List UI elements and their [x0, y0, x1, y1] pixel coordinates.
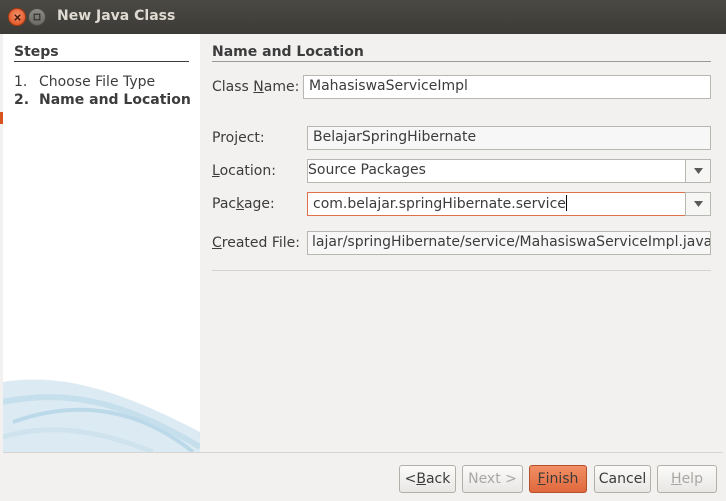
window-title: New Java Class: [57, 8, 176, 24]
step-label: Choose File Type: [39, 74, 156, 90]
button-bar-divider: [3, 452, 723, 453]
label-text: reated File:: [221, 235, 301, 251]
label-text: Class: [212, 79, 254, 95]
maximize-window-button[interactable]: [28, 8, 46, 26]
created-file-field[interactable]: lajar/springHibernate/service/MahasiswaS…: [307, 231, 711, 255]
step-choose-file-type: 1. Choose File Type: [14, 74, 155, 90]
package-value: com.belajar.springHibernate.service: [313, 196, 566, 212]
button-text: elp: [681, 471, 703, 487]
decorative-swoosh: [3, 379, 200, 452]
form-separator: [212, 270, 711, 271]
button-text: inish: [545, 471, 579, 487]
step-number: 2.: [14, 92, 30, 108]
chevron-down-icon: [693, 168, 703, 174]
back-button[interactable]: < Back: [399, 465, 456, 493]
label-text: ame:: [263, 79, 300, 95]
steps-heading: Steps: [14, 44, 59, 60]
location-label: Location:: [212, 163, 276, 179]
label-text: age:: [243, 196, 275, 212]
chevron-down-icon: [693, 201, 703, 207]
project-field[interactable]: BelajarSpringHibernate: [307, 126, 711, 150]
step-label: Name and Location: [39, 92, 191, 108]
label-text: Pac: [212, 196, 237, 212]
button-mnemonic: F: [537, 471, 546, 487]
button-mnemonic: B: [416, 471, 426, 487]
close-icon: [13, 13, 21, 21]
panel-divider: [212, 61, 711, 62]
maximize-icon: [33, 13, 41, 21]
label-mnemonic: C: [212, 235, 222, 251]
label-text: ocation:: [219, 163, 276, 179]
class-name-input[interactable]: MahasiswaServiceImpl: [303, 75, 711, 99]
panel-heading: Name and Location: [212, 44, 364, 60]
created-file-label: Created File:: [212, 235, 300, 251]
cancel-button[interactable]: Cancel: [594, 465, 651, 493]
finish-button[interactable]: Finish: [529, 465, 587, 493]
label-mnemonic: N: [253, 79, 264, 95]
label-mnemonic: L: [212, 163, 220, 179]
package-combo-input[interactable]: com.belajar.springHibernate.service: [307, 192, 686, 216]
step-number: 1.: [14, 74, 28, 90]
button-text: ack: [425, 471, 451, 487]
close-window-button[interactable]: [8, 8, 26, 26]
text-caret: [565, 195, 567, 211]
button-mnemonic: H: [671, 471, 682, 487]
step-name-and-location: 2. Name and Location: [14, 92, 191, 108]
location-dropdown-button[interactable]: [685, 159, 711, 183]
title-bar[interactable]: New Java Class: [0, 0, 726, 34]
package-label: Package:: [212, 196, 275, 212]
button-text: <: [404, 471, 417, 487]
dialog-window: New Java Class Steps 1. Choose File Type …: [0, 0, 726, 501]
next-button[interactable]: Next >: [462, 465, 523, 493]
help-button[interactable]: Help: [657, 465, 717, 493]
location-select[interactable]: Source Packages: [307, 159, 686, 183]
label-mnemonic: k: [236, 196, 244, 212]
class-name-label: Class Name:: [212, 79, 299, 95]
project-label: Project:: [212, 130, 265, 146]
steps-panel: Steps 1. Choose File Type 2. Name and Loca…: [3, 34, 200, 452]
steps-divider: [14, 61, 189, 62]
package-dropdown-button[interactable]: [685, 192, 711, 216]
